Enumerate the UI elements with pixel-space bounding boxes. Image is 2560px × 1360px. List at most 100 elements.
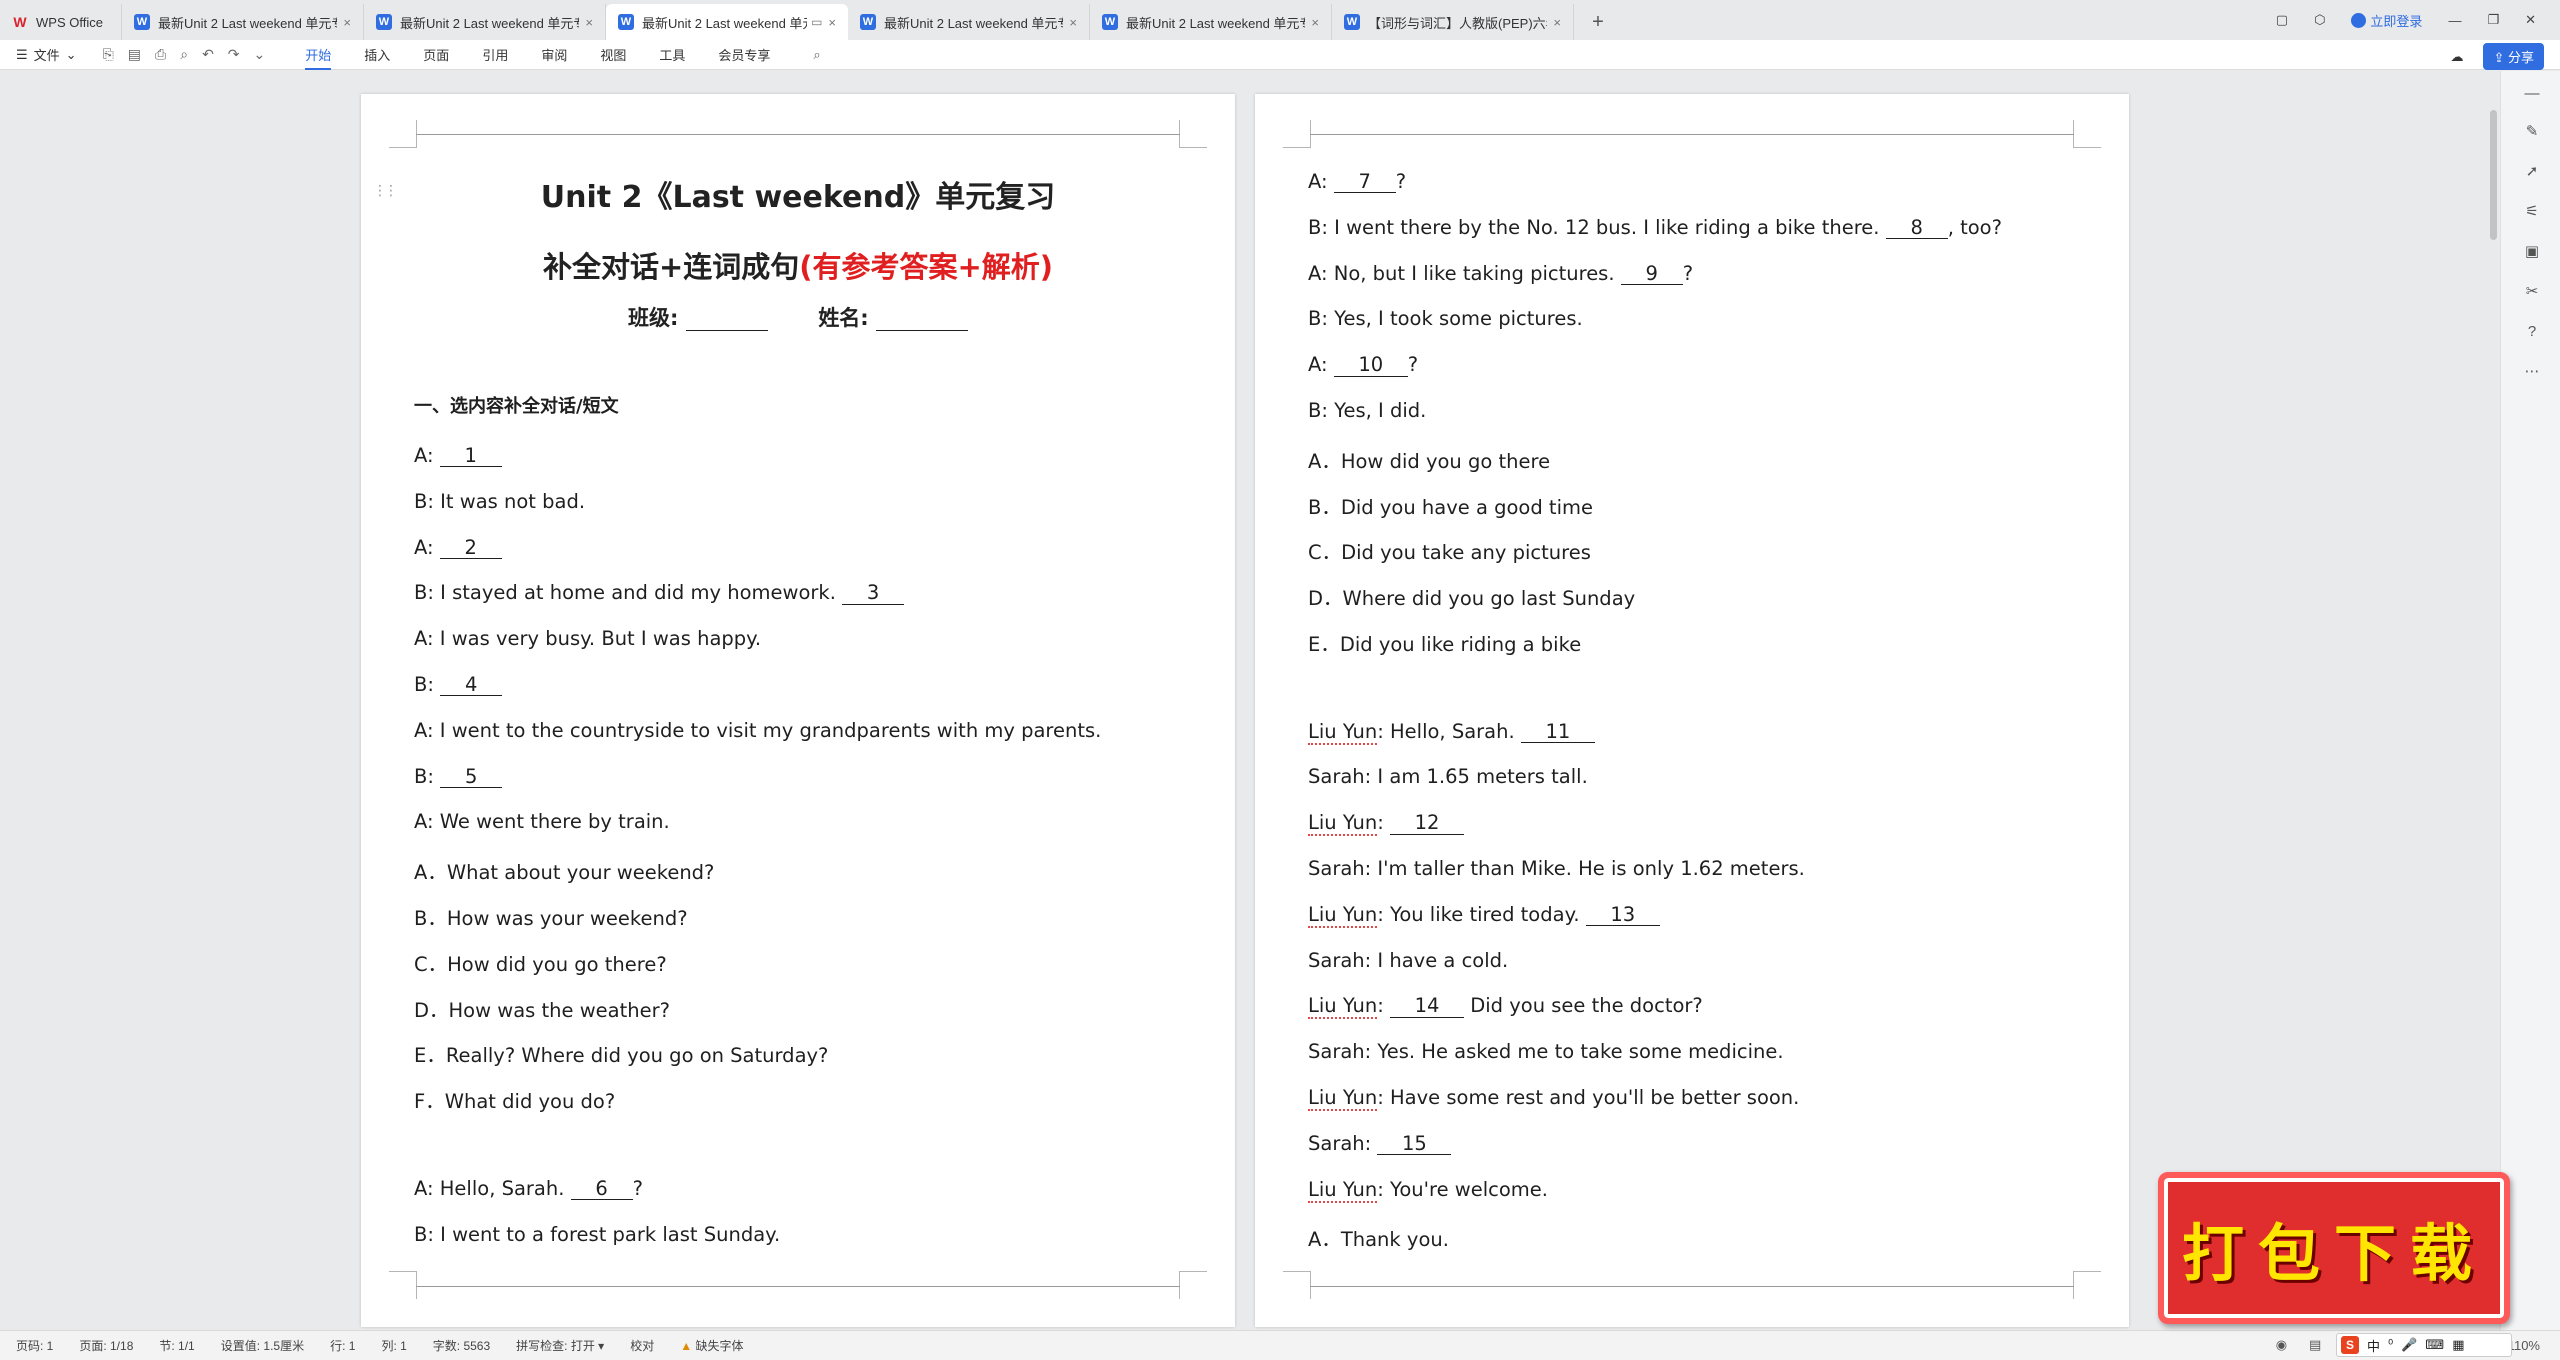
status-setting[interactable]: 设置值: 1.5厘米 [221, 1337, 304, 1354]
new-tab-button[interactable]: + [1574, 4, 1622, 40]
page-view-icon[interactable]: ▤ [2309, 1337, 2321, 1353]
image-icon[interactable]: ▣ [2523, 243, 2541, 261]
more-icon[interactable]: ⋯ [2523, 363, 2541, 381]
tab-close-icon[interactable]: × [828, 15, 836, 30]
tab-document[interactable]: W 最新Unit 2 Last weekend 单元 ▭ × [606, 4, 848, 40]
edit-pen-icon[interactable]: ✎ [2523, 123, 2541, 141]
zoom-level[interactable]: 110% [2508, 1338, 2540, 1353]
answer-blank[interactable]: 4 [440, 674, 503, 697]
document-page[interactable]: A: 7? B: I went there by the No. 12 bus. … [1255, 94, 2129, 1327]
print-icon[interactable]: ⎙ [155, 46, 166, 63]
ribbon-tab[interactable]: 开始 [305, 45, 332, 70]
answer-blank[interactable]: 3 [842, 582, 905, 605]
login-button[interactable]: 立即登录 [2351, 11, 2422, 30]
tab-document[interactable]: W 最新Unit 2 Last weekend 单元专项复 × [848, 4, 1090, 40]
drag-handle-icon[interactable]: ⋮⋮ [373, 182, 398, 199]
adjust-icon[interactable]: ⚟ [2523, 203, 2541, 221]
ribbon-right: ☁ ⇪ 分享 [2450, 43, 2544, 70]
status-page[interactable]: 页面: 1/18 [79, 1337, 133, 1354]
chevron-down-icon: ⌄ [65, 46, 77, 62]
answer-blank[interactable]: 2 [439, 536, 502, 560]
status-word-count[interactable]: 字数: 5563 [433, 1337, 490, 1354]
answer-blank[interactable]: 6 [570, 1177, 633, 1201]
answer-blank[interactable]: 14 [1390, 995, 1465, 1018]
ribbon-tab[interactable]: 审阅 [541, 45, 567, 64]
cube-icon[interactable]: ⬡ [2314, 12, 2325, 28]
ribbon-tab[interactable]: 工具 [659, 45, 685, 64]
download-badge[interactable]: 打包下载 [2158, 1172, 2510, 1324]
line-text: E．Did you like riding a bike [1308, 633, 1582, 656]
answer-blank[interactable]: 7 [1333, 171, 1396, 194]
answer-blank[interactable]: 9 [1620, 262, 1683, 286]
skin-icon[interactable]: ▦ [2452, 1337, 2464, 1353]
document-line: A: I went to the countryside to visit my… [414, 719, 1101, 742]
collapse-icon[interactable]: — [2523, 85, 2541, 103]
answer-blank[interactable]: 10 [1333, 354, 1408, 377]
answer-blank[interactable]: 5 [440, 765, 503, 789]
document-page[interactable]: ⋮⋮ Unit 2《Last weekend》单元复习 补全对话+连词成句(有参… [361, 94, 1235, 1327]
status-spell-check[interactable]: 拼写检查: 打开 ▾ [516, 1337, 604, 1354]
share-button[interactable]: ⇪ 分享 [2483, 43, 2544, 70]
status-proof[interactable]: 校对 [630, 1337, 654, 1354]
pdf-icon[interactable]: ▤ [128, 46, 141, 63]
line-text: Sarah: I have a cold. [1308, 948, 1509, 972]
name-blank[interactable] [876, 307, 969, 332]
status-missing-font[interactable]: ▲ 缺失字体 [680, 1337, 743, 1354]
mic-icon[interactable]: 🎤 [2401, 1337, 2417, 1353]
document-line: A: 2 [414, 536, 502, 560]
tab-close-icon[interactable]: × [585, 15, 593, 30]
answer-blank[interactable]: 8 [1885, 216, 1948, 240]
tab-close-icon[interactable]: × [1553, 15, 1561, 30]
document-area[interactable]: ⋮⋮ Unit 2《Last weekend》单元复习 补全对话+连词成句(有参… [0, 71, 2500, 1330]
save-icon[interactable]: ⎘ [103, 46, 114, 63]
class-blank[interactable] [685, 307, 768, 332]
answer-blank[interactable]: 15 [1377, 1132, 1452, 1156]
monitor-icon[interactable]: ▭ [811, 15, 822, 29]
ribbon-tab[interactable]: 会员专享 [718, 45, 770, 64]
tab-home[interactable]: W WPS Office [0, 4, 122, 40]
ribbon-tab[interactable]: 引用 [482, 45, 508, 64]
answer-blank[interactable]: 13 [1585, 903, 1660, 927]
status-section[interactable]: 节: 1/1 [159, 1337, 194, 1354]
document-line: A: 7? [1308, 170, 1406, 194]
tab-close-icon[interactable]: × [1069, 15, 1077, 30]
print-preview-icon[interactable]: ⌕ [180, 46, 188, 63]
restore-icon[interactable]: ❐ [2487, 12, 2499, 28]
vertical-scrollbar[interactable] [2490, 110, 2497, 240]
sogou-logo-icon[interactable]: S [2341, 1336, 2359, 1354]
undo-icon[interactable]: ↶ [202, 46, 214, 63]
tools-icon[interactable]: ✂ [2523, 283, 2541, 301]
eye-icon[interactable]: ◉ [2276, 1337, 2287, 1353]
document-line: Sarah: I am 1.65 meters tall. [1308, 765, 1588, 788]
minimize-icon[interactable]: — [2448, 13, 2461, 28]
tab-document[interactable]: W 最新Unit 2 Last weekend 单元专 × [1090, 4, 1332, 40]
tab-document[interactable]: W 最新Unit 2 Last weekend 单元专项复 × [122, 4, 364, 40]
tab-document[interactable]: W 【词形与词汇】人教版(PEP)六年级英 × [1332, 4, 1574, 40]
keyboard-icon[interactable]: ⌨ [2425, 1337, 2444, 1353]
close-icon[interactable]: ✕ [2525, 12, 2536, 28]
tab-close-icon[interactable]: × [343, 15, 351, 30]
document-line: A: 1 [414, 444, 502, 468]
ribbon-tab[interactable]: 页面 [423, 45, 449, 64]
redo-icon[interactable]: ↷ [228, 46, 240, 63]
ime-mode[interactable]: 中 [2367, 1336, 2380, 1355]
document-line: A: No, but I like taking pictures. 9? [1308, 262, 1693, 286]
tab-document[interactable]: W 最新Unit 2 Last weekend 单元专项复 × [364, 4, 606, 40]
punct-icon[interactable]: ⁰ [2388, 1337, 2393, 1353]
window-icon[interactable]: ▢ [2276, 12, 2288, 28]
document-line: B: Yes, I did. [1308, 399, 1426, 422]
document-line: D．Where did you go last Sunday [1308, 582, 1635, 611]
cursor-icon[interactable]: ➚ [2523, 163, 2541, 181]
ribbon-tab[interactable]: 插入 [364, 45, 390, 64]
status-page-code[interactable]: 页码: 1 [16, 1337, 53, 1354]
cloud-icon[interactable]: ☁ [2450, 49, 2463, 65]
search-icon[interactable]: ⌕ [813, 47, 820, 63]
help-icon[interactable]: ? [2523, 323, 2541, 341]
tab-close-icon[interactable]: × [1311, 15, 1319, 30]
answer-blank[interactable]: 11 [1520, 720, 1595, 744]
answer-blank[interactable]: 1 [439, 445, 502, 468]
file-menu-button[interactable]: ☰ 文件 ⌄ [16, 45, 77, 64]
ribbon-tab[interactable]: 视图 [600, 45, 626, 64]
more-chevron-icon[interactable]: ⌄ [254, 46, 266, 63]
answer-blank[interactable]: 12 [1390, 812, 1465, 835]
